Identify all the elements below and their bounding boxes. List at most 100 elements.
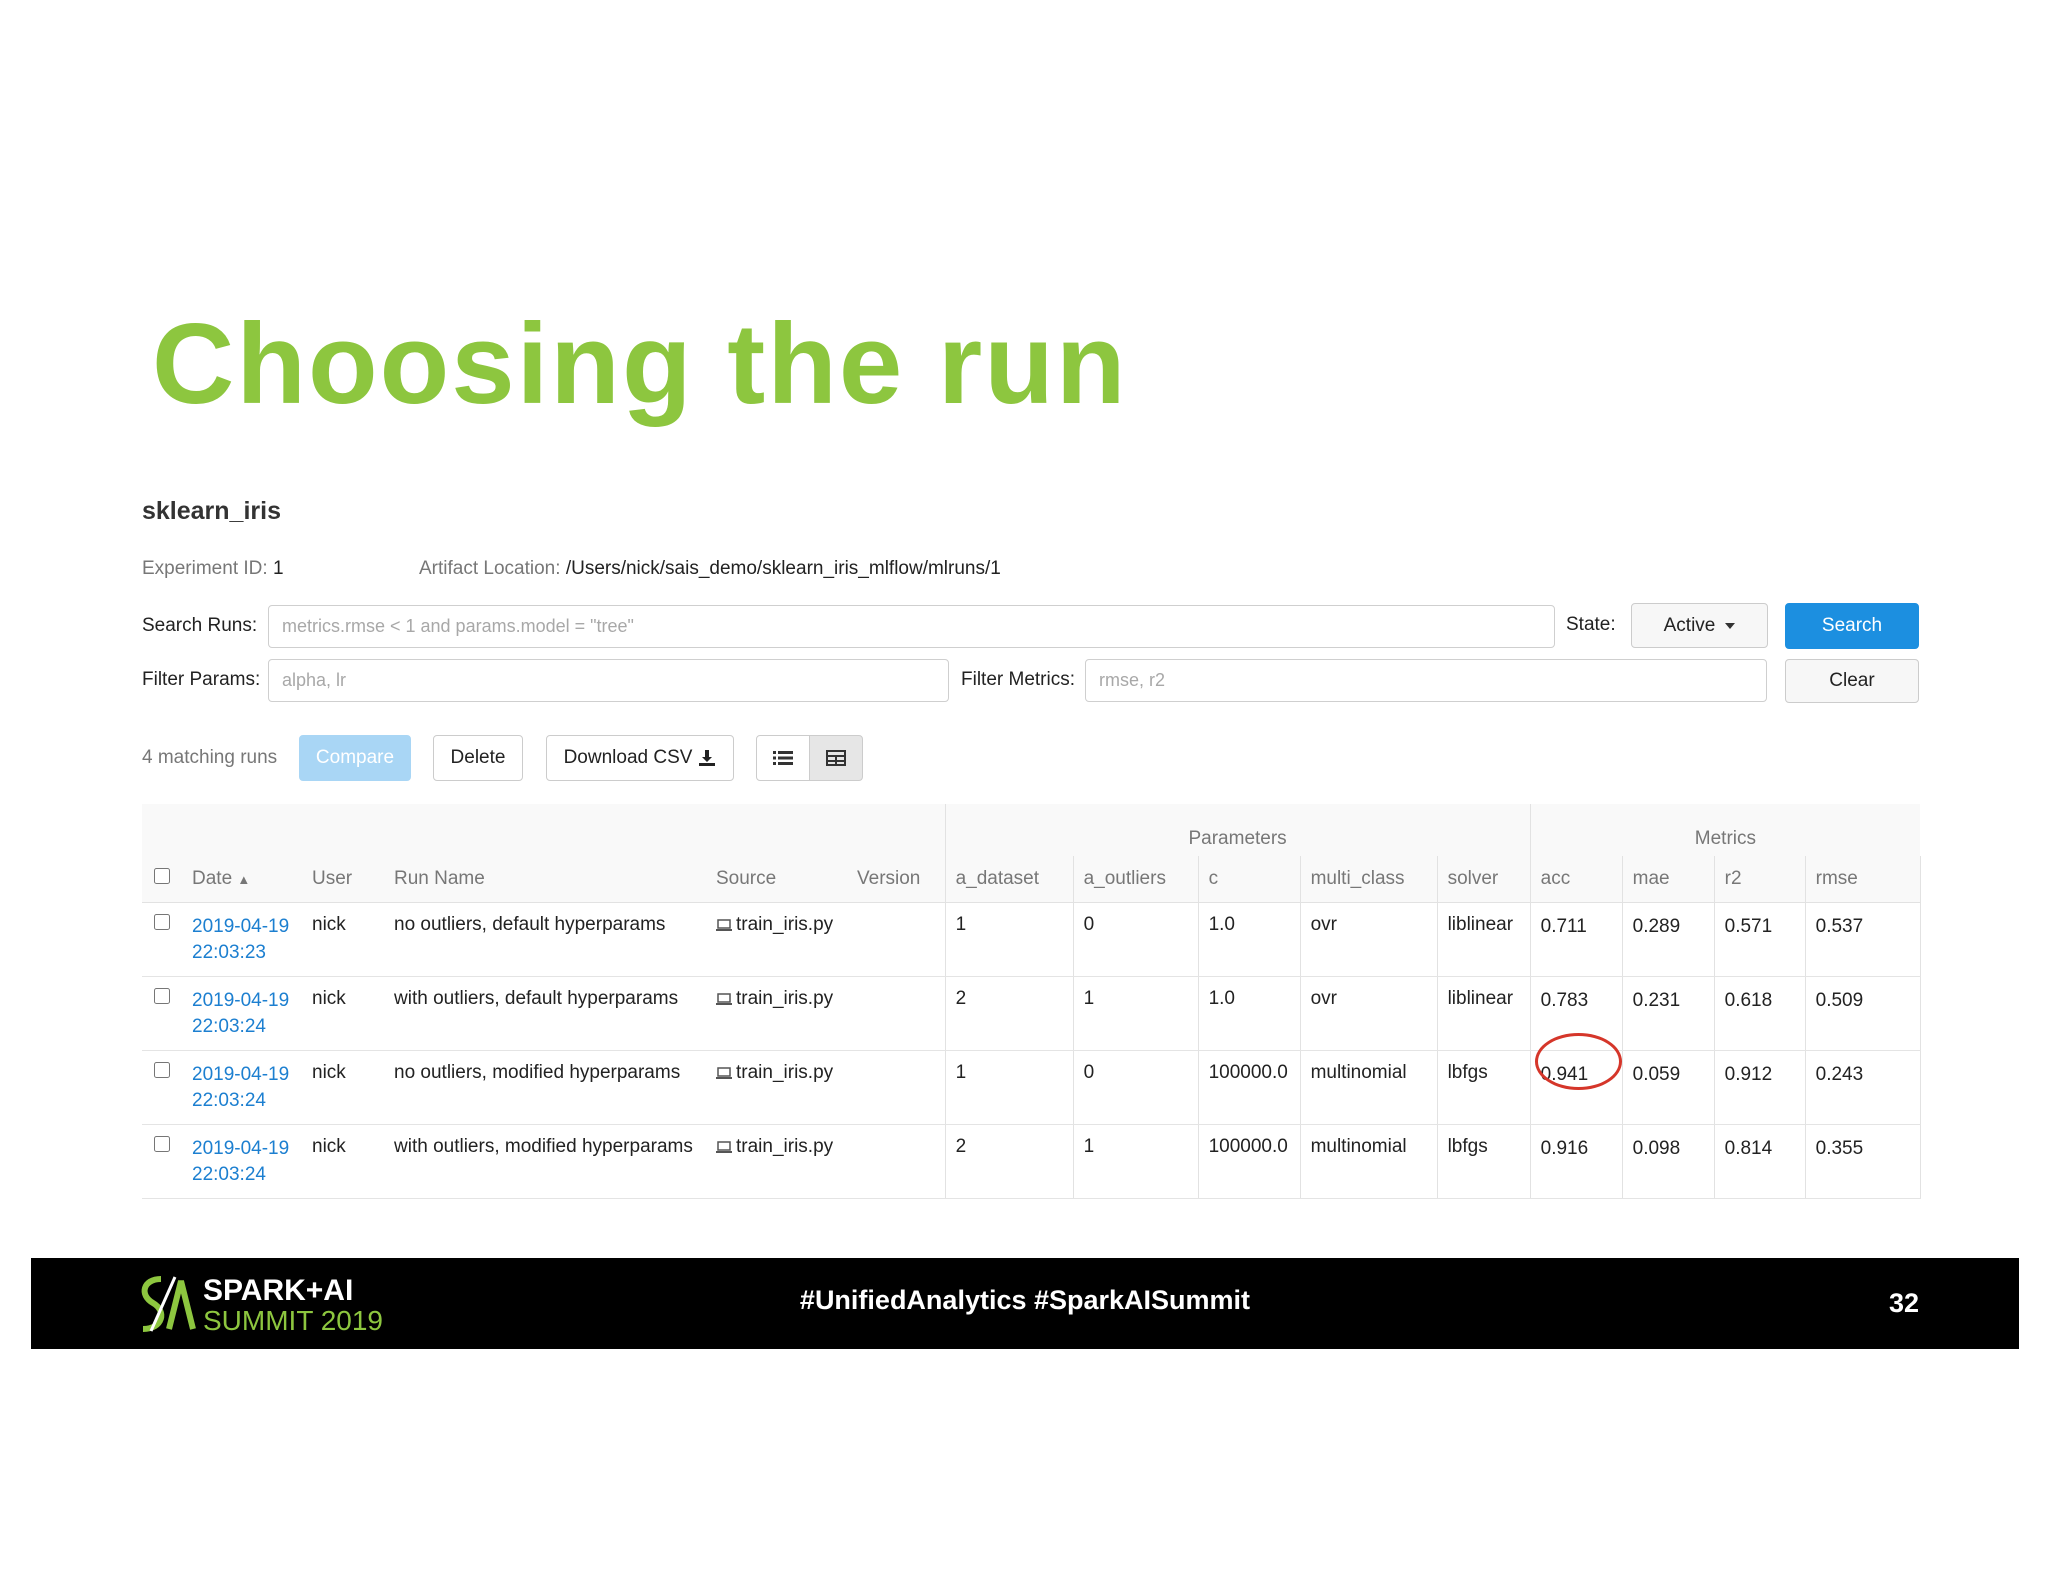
laptop-icon (716, 1066, 732, 1079)
run-date-link[interactable]: 2019-04-19 22:03:24 (192, 988, 292, 1040)
cell-r2: 0.618 (1713, 976, 1806, 1051)
download-csv-button[interactable]: Download CSV (546, 735, 734, 781)
cell-solver: lbfgs (1436, 1050, 1531, 1125)
filter-metrics-label: Filter Metrics: (961, 669, 1075, 690)
metric-value: 0.941 (1540, 1064, 1589, 1085)
cell-mae: 0.231 (1621, 976, 1715, 1051)
clear-button[interactable]: Clear (1785, 659, 1919, 703)
col-acc[interactable]: acc (1529, 856, 1623, 903)
run-date-link[interactable]: 2019-04-19 22:03:24 (192, 1136, 292, 1188)
col-version[interactable]: Version (847, 856, 946, 903)
run-date-link[interactable]: 2019-04-19 22:03:24 (192, 1062, 292, 1114)
col-c[interactable]: c (1197, 856, 1301, 903)
cell-solver: liblinear (1436, 902, 1531, 977)
filter-params-input[interactable] (268, 659, 949, 702)
list-view-toggle[interactable] (756, 735, 810, 781)
col-solver[interactable]: solver (1436, 856, 1531, 903)
cell-source: train_iris.py (706, 1124, 847, 1199)
cell-user: nick (302, 976, 384, 1051)
source-link[interactable]: train_iris.py (736, 988, 833, 1010)
compare-button[interactable]: Compare (299, 735, 411, 781)
cell-a-dataset: 2 (944, 1124, 1074, 1199)
delete-button[interactable]: Delete (433, 735, 523, 781)
download-icon (699, 750, 716, 766)
row-checkbox[interactable] (154, 988, 170, 1004)
source-link[interactable]: train_iris.py (736, 1062, 833, 1084)
search-runs-label: Search Runs: (142, 615, 258, 636)
cell-run-name: no outliers, default hyperparams (384, 902, 706, 977)
grid-icon (826, 750, 846, 766)
col-r2[interactable]: r2 (1713, 856, 1806, 903)
row-select-cell (142, 902, 182, 977)
list-icon (773, 751, 793, 765)
cell-acc: 0.783 (1529, 976, 1623, 1051)
state-dropdown[interactable]: Active (1631, 603, 1768, 648)
col-a-outliers[interactable]: a_outliers (1072, 856, 1199, 903)
search-button[interactable]: Search (1785, 603, 1919, 649)
col-mae[interactable]: mae (1621, 856, 1715, 903)
cell-run-name: with outliers, default hyperparams (384, 976, 706, 1051)
row-checkbox[interactable] (154, 914, 170, 930)
artifact-location-label: Artifact Location: (419, 558, 561, 579)
state-value: Active (1663, 614, 1716, 636)
row-select-cell (142, 976, 182, 1051)
metric-value: 0.059 (1632, 1064, 1681, 1085)
cell-source: train_iris.py (706, 976, 847, 1051)
col-source[interactable]: Source (706, 856, 847, 903)
table-row: 2019-04-19 22:03:24 nick with outliers, mod… (142, 1124, 1921, 1199)
cell-date: 2019-04-19 22:03:24 (182, 1124, 302, 1199)
metric-value: 0.916 (1540, 1138, 1589, 1159)
filter-metrics-input[interactable] (1085, 659, 1767, 702)
row-checkbox[interactable] (154, 1136, 170, 1152)
cell-user: nick (302, 902, 384, 977)
group-spacer (142, 804, 946, 856)
cell-r2: 0.814 (1713, 1124, 1806, 1199)
slide-footer: SPARK+AI SUMMIT 2019 #UnifiedAnalytics #… (31, 1258, 2019, 1349)
row-checkbox[interactable] (154, 1062, 170, 1078)
artifact-location-value: /Users/nick/sais_demo/sklearn_iris_mlflo… (565, 558, 1001, 579)
cell-acc: 0.916 (1529, 1124, 1623, 1199)
triangle-up-icon: ▲ (237, 872, 251, 887)
metric-value: 0.711 (1540, 916, 1587, 937)
cell-user: nick (302, 1050, 384, 1125)
cell-c: 100000.0 (1197, 1050, 1301, 1125)
cell-a-dataset: 1 (944, 902, 1074, 977)
cell-c: 100000.0 (1197, 1124, 1301, 1199)
laptop-icon (716, 918, 732, 931)
metric-value: 0.098 (1632, 1138, 1681, 1159)
metric-value: 0.814 (1724, 1138, 1773, 1159)
metric-value: 0.509 (1815, 990, 1864, 1011)
metric-value: 0.571 (1724, 916, 1773, 937)
cell-source: train_iris.py (706, 902, 847, 977)
col-multi-class[interactable]: multi_class (1299, 856, 1438, 903)
source-link[interactable]: train_iris.py (736, 914, 833, 936)
cell-version (847, 902, 946, 977)
col-a-dataset[interactable]: a_dataset (944, 856, 1074, 903)
col-user[interactable]: User (302, 856, 384, 903)
cell-date: 2019-04-19 22:03:23 (182, 902, 302, 977)
select-all-cell (142, 856, 182, 903)
col-run-name[interactable]: Run Name (384, 856, 706, 903)
metric-value: 0.231 (1632, 990, 1681, 1011)
metric-value: 0.355 (1815, 1138, 1864, 1159)
artifact-location: Artifact Location: /Users/nick/sais_demo… (419, 558, 1001, 580)
row-select-cell (142, 1050, 182, 1125)
metric-value: 0.537 (1815, 916, 1864, 937)
cell-source: train_iris.py (706, 1050, 847, 1125)
select-all-checkbox[interactable] (154, 868, 170, 884)
cell-user: nick (302, 1124, 384, 1199)
cell-a-outliers: 1 (1072, 976, 1199, 1051)
run-date-link[interactable]: 2019-04-19 22:03:23 (192, 914, 292, 966)
metric-value: 0.912 (1724, 1064, 1773, 1085)
laptop-icon (716, 992, 732, 1005)
source-link[interactable]: train_iris.py (736, 1136, 833, 1158)
col-rmse[interactable]: rmse (1804, 856, 1921, 903)
cell-a-outliers: 0 (1072, 902, 1199, 977)
cell-r2: 0.571 (1713, 902, 1806, 977)
table-view-toggle[interactable] (809, 735, 863, 781)
state-label: State: (1566, 614, 1616, 635)
cell-mae: 0.059 (1621, 1050, 1715, 1125)
search-runs-input[interactable] (268, 605, 1555, 648)
cell-rmse: 0.509 (1804, 976, 1921, 1051)
col-date[interactable]: Date ▲ (182, 856, 302, 903)
